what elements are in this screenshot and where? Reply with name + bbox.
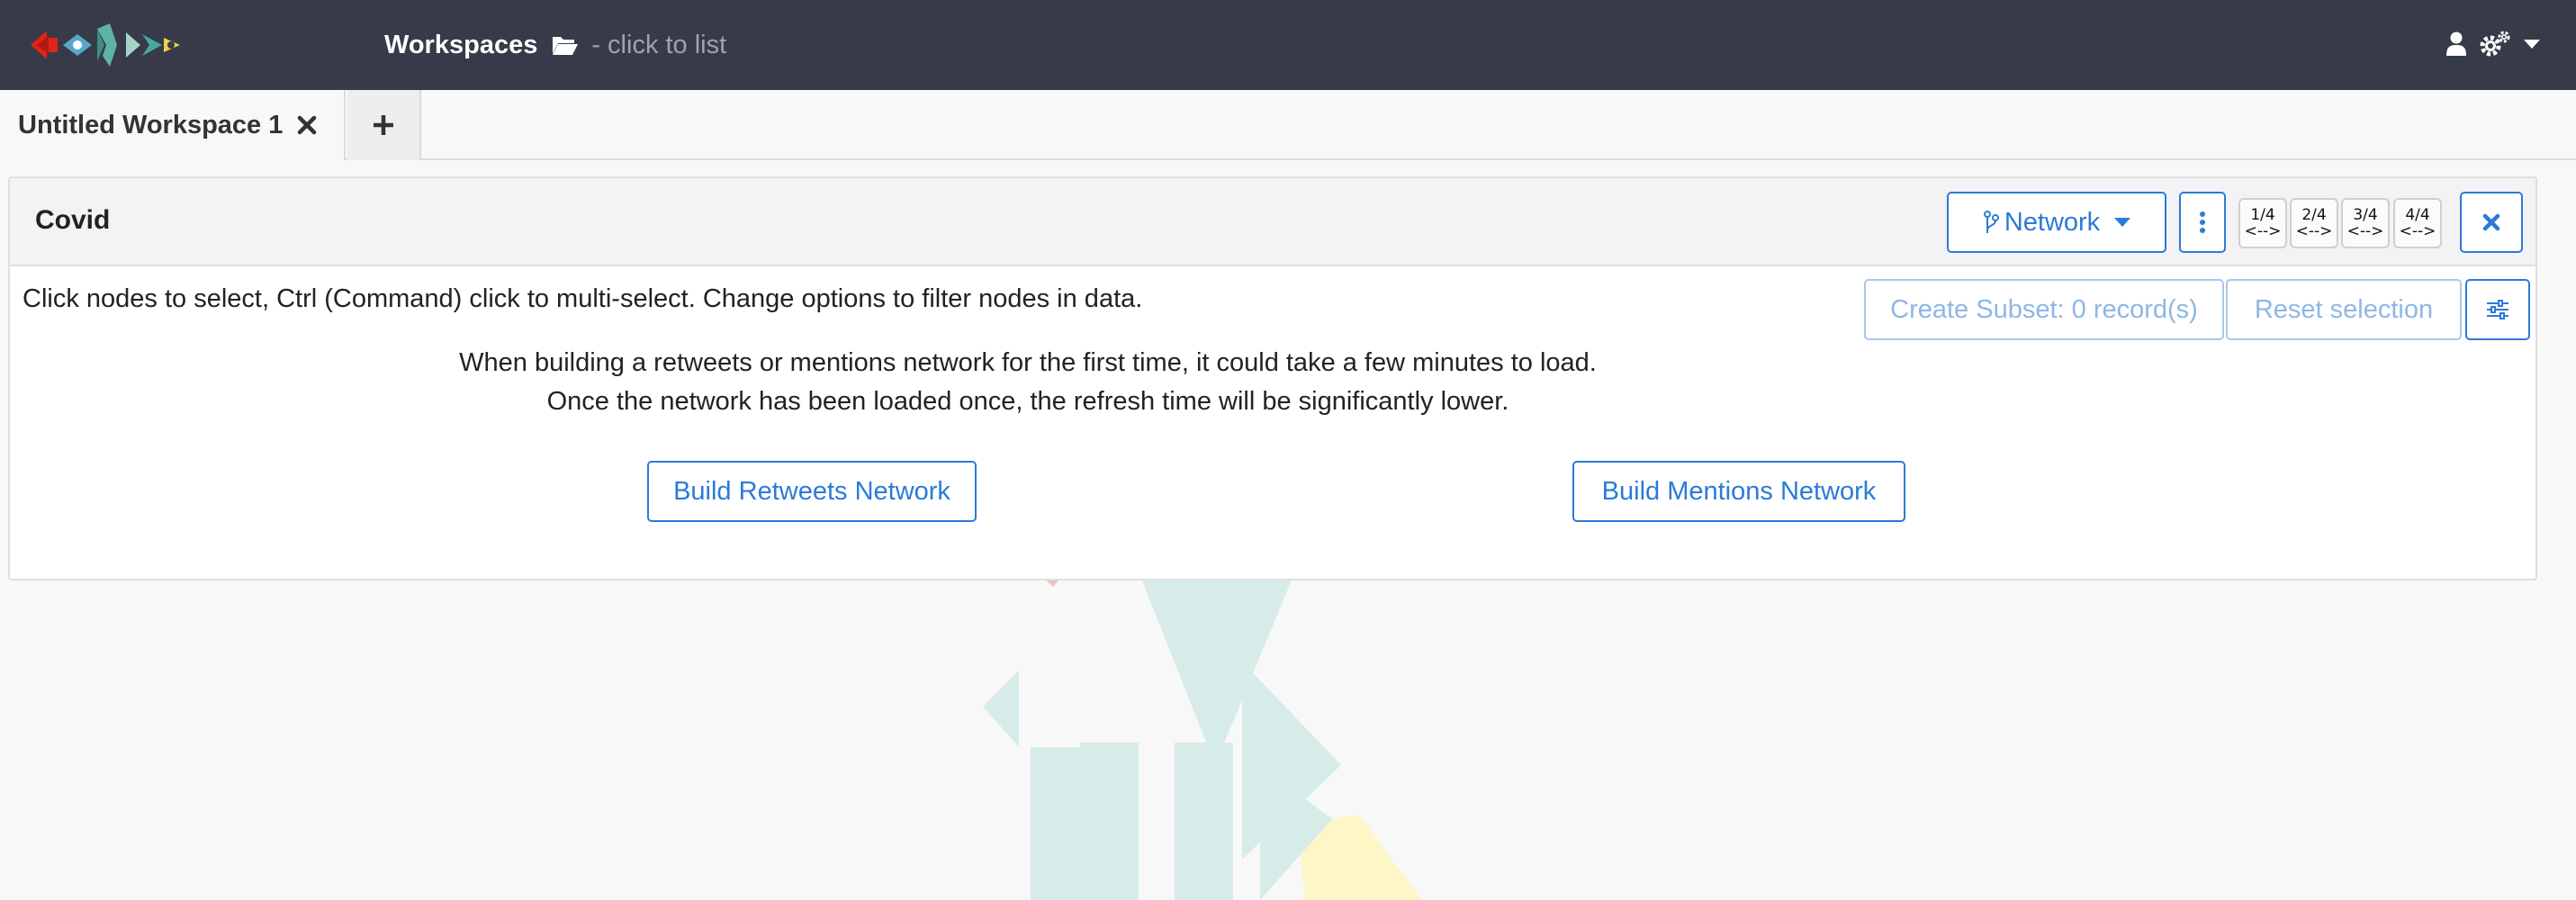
workspace-tab[interactable]: Untitled Workspace 1 [0,90,346,160]
close-icon [2482,213,2500,231]
view-selector-dropdown[interactable]: Network [1947,192,2166,253]
build-retweets-network-button[interactable]: Build Retweets Network [647,461,977,522]
workspace-tab-title: Untitled Workspace 1 [18,110,284,140]
layout-arrows: <--> [2295,222,2333,240]
settings-icon[interactable] [2479,31,2511,58]
layout-width-4-4-button[interactable]: 4/4 <--> [2393,198,2442,248]
layout-arrows: <--> [2346,222,2384,240]
layout-fraction: 2/4 [2301,206,2327,224]
layout-fraction: 1/4 [2250,206,2275,224]
workspaces-menu[interactable]: Workspaces - click to list [384,27,726,63]
close-panel-button[interactable] [2460,192,2523,253]
folder-open-icon [553,37,579,55]
app-logo[interactable] [27,20,189,70]
layout-width-1-4-button[interactable]: 1/4 <--> [2238,198,2287,248]
user-icon[interactable] [2446,32,2466,57]
layout-width-2-4-button[interactable]: 2/4 <--> [2290,198,2338,248]
layout-fraction: 4/4 [2405,206,2430,224]
caret-down-icon [2114,218,2131,227]
caret-down-icon[interactable] [2524,40,2540,49]
notice-line-1: When building a retweets or mentions net… [459,348,1597,377]
panel-options-button[interactable] [2179,192,2226,253]
panel-title: Covid [35,205,111,235]
build-mentions-network-button[interactable]: Build Mentions Network [1572,461,1905,522]
workspaces-label: Workspaces [384,30,538,59]
filter-settings-button[interactable] [2465,279,2530,340]
layout-width-3-4-button[interactable]: 3/4 <--> [2341,198,2390,248]
reset-selection-button[interactable]: Reset selection [2226,279,2462,340]
panel-header: Covid Network 1/4 <--> 2/4 <--> 3/4 <-->… [10,178,2535,266]
loading-notice: When building a retweets or mentions net… [10,344,2046,421]
user-menu[interactable] [2446,31,2540,58]
create-subset-button[interactable]: Create Subset: 0 record(s) [1864,279,2224,340]
view-selector-label: Network [2004,207,2101,237]
layout-arrows: <--> [2399,222,2436,240]
top-navbar: Workspaces - click to list [0,0,2576,90]
layout-arrows: <--> [2244,222,2282,240]
notice-line-2: Once the network has been loaded once, t… [546,387,1509,416]
sliders-icon [2487,300,2508,320]
add-workspace-button[interactable] [347,90,421,160]
kebab-menu-icon [2200,212,2205,233]
close-tab-icon[interactable] [297,115,317,135]
workspace-tabbar: Untitled Workspace 1 [0,90,2576,160]
branch-icon [1983,211,1999,233]
network-panel: Covid Network 1/4 <--> 2/4 <--> 3/4 <-->… [8,176,2537,580]
workspaces-hint: - click to list [591,30,727,59]
plus-icon [374,115,393,135]
instructions-text: Click nodes to select, Ctrl (Command) cl… [23,284,1143,313]
layout-fraction: 3/4 [2353,206,2378,224]
